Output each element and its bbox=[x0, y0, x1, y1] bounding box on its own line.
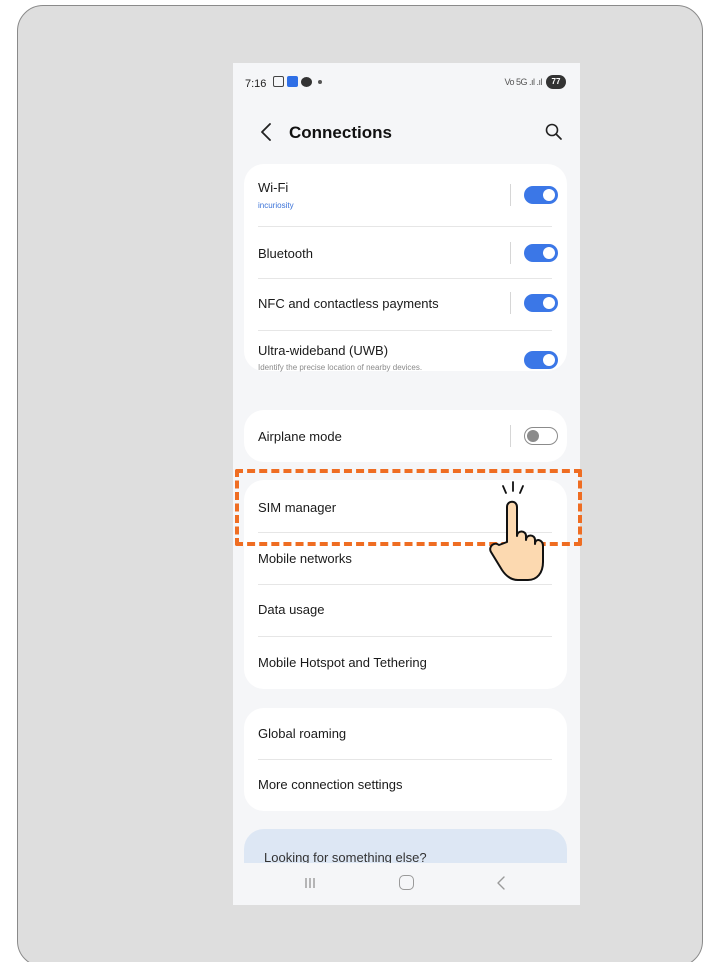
row-label: Global roaming bbox=[258, 726, 347, 741]
mobile-hotspot-row[interactable]: Mobile Hotspot and Tethering bbox=[244, 637, 567, 689]
row-label: Ultra-wideband (UWB) bbox=[258, 343, 389, 358]
airplane-mode-toggle[interactable] bbox=[524, 427, 558, 445]
row-label: Mobile networks bbox=[258, 551, 352, 566]
bluetooth-toggle[interactable] bbox=[524, 244, 558, 262]
wifi-network-name: incuriosity bbox=[258, 201, 294, 210]
data-usage-row[interactable]: Data usage bbox=[244, 585, 567, 636]
signal-text: Vo 5G .ıl .ıl bbox=[504, 77, 542, 87]
divider bbox=[510, 184, 511, 206]
divider bbox=[510, 425, 511, 447]
chevron-left-icon[interactable] bbox=[259, 121, 273, 143]
divider bbox=[510, 242, 511, 264]
home-icon[interactable] bbox=[399, 875, 414, 890]
uwb-toggle[interactable] bbox=[524, 351, 558, 369]
more-notifications-dot-icon bbox=[318, 79, 322, 84]
status-right-icons: Vo 5G .ıl .ıl 77 bbox=[504, 75, 566, 89]
search-icon[interactable] bbox=[544, 122, 564, 142]
page-title: Connections bbox=[289, 123, 392, 142]
battery-icon: 77 bbox=[546, 75, 566, 89]
app-notification-icon bbox=[287, 76, 298, 87]
airplane-mode-row[interactable]: Airplane mode bbox=[244, 410, 567, 462]
wifi-row[interactable]: Wi-Fi incuriosity bbox=[244, 164, 567, 226]
screenshot-notification-icon bbox=[273, 76, 284, 87]
chat-notification-icon bbox=[301, 76, 312, 87]
uwb-description: Identify the precise location of nearby … bbox=[258, 363, 423, 372]
global-roaming-row[interactable]: Global roaming bbox=[244, 708, 567, 759]
row-label: Wi-Fi bbox=[258, 180, 289, 195]
back-nav-icon[interactable] bbox=[495, 875, 507, 891]
row-label: Data usage bbox=[258, 602, 325, 617]
notification-icons bbox=[273, 76, 322, 87]
connections-group-1: Wi-Fi incuriosity Bluetooth NFC and cont… bbox=[244, 164, 567, 372]
connections-group-4: Global roaming More connection settings bbox=[244, 708, 567, 811]
bluetooth-row[interactable]: Bluetooth bbox=[244, 227, 567, 278]
row-label: Airplane mode bbox=[258, 429, 342, 444]
row-label: NFC and contactless payments bbox=[258, 296, 439, 311]
nfc-toggle[interactable] bbox=[524, 294, 558, 312]
navigation-bar bbox=[233, 863, 580, 905]
connections-group-2: Airplane mode bbox=[244, 410, 567, 462]
row-label: Bluetooth bbox=[258, 246, 313, 261]
nfc-row[interactable]: NFC and contactless payments bbox=[244, 279, 567, 330]
recent-apps-icon[interactable] bbox=[303, 876, 317, 890]
more-connection-settings-row[interactable]: More connection settings bbox=[244, 760, 567, 811]
uwb-row[interactable]: Ultra-wideband (UWB) Identify the precis… bbox=[244, 331, 567, 372]
row-label: More connection settings bbox=[258, 777, 403, 792]
wifi-toggle[interactable] bbox=[524, 186, 558, 204]
status-bar: 7:16 Vo 5G .ıl .ıl 77 bbox=[233, 63, 580, 103]
divider bbox=[510, 292, 511, 314]
tap-hand-icon bbox=[489, 481, 544, 581]
status-time: 7:16 bbox=[245, 78, 267, 90]
app-bar: Connections bbox=[233, 115, 580, 151]
row-label: Mobile Hotspot and Tethering bbox=[258, 655, 427, 670]
